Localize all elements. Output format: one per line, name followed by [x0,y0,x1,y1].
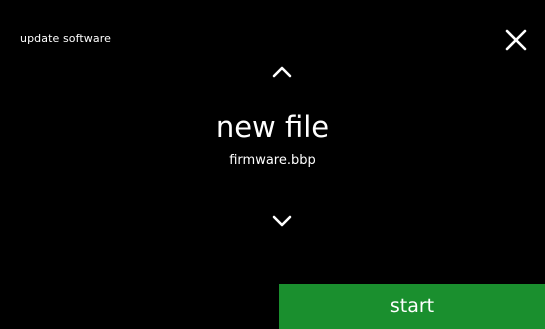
close-icon[interactable] [502,26,530,54]
start-button[interactable]: start [279,284,545,329]
update-software-screen: update software new file firmware.bbp st… [0,0,545,329]
file-name: firmware.bbp [229,153,316,168]
chevron-up-icon[interactable] [267,63,297,81]
screen-title: update software [20,32,111,45]
chevron-down-icon[interactable] [267,212,297,230]
file-heading: new file [215,110,330,144]
